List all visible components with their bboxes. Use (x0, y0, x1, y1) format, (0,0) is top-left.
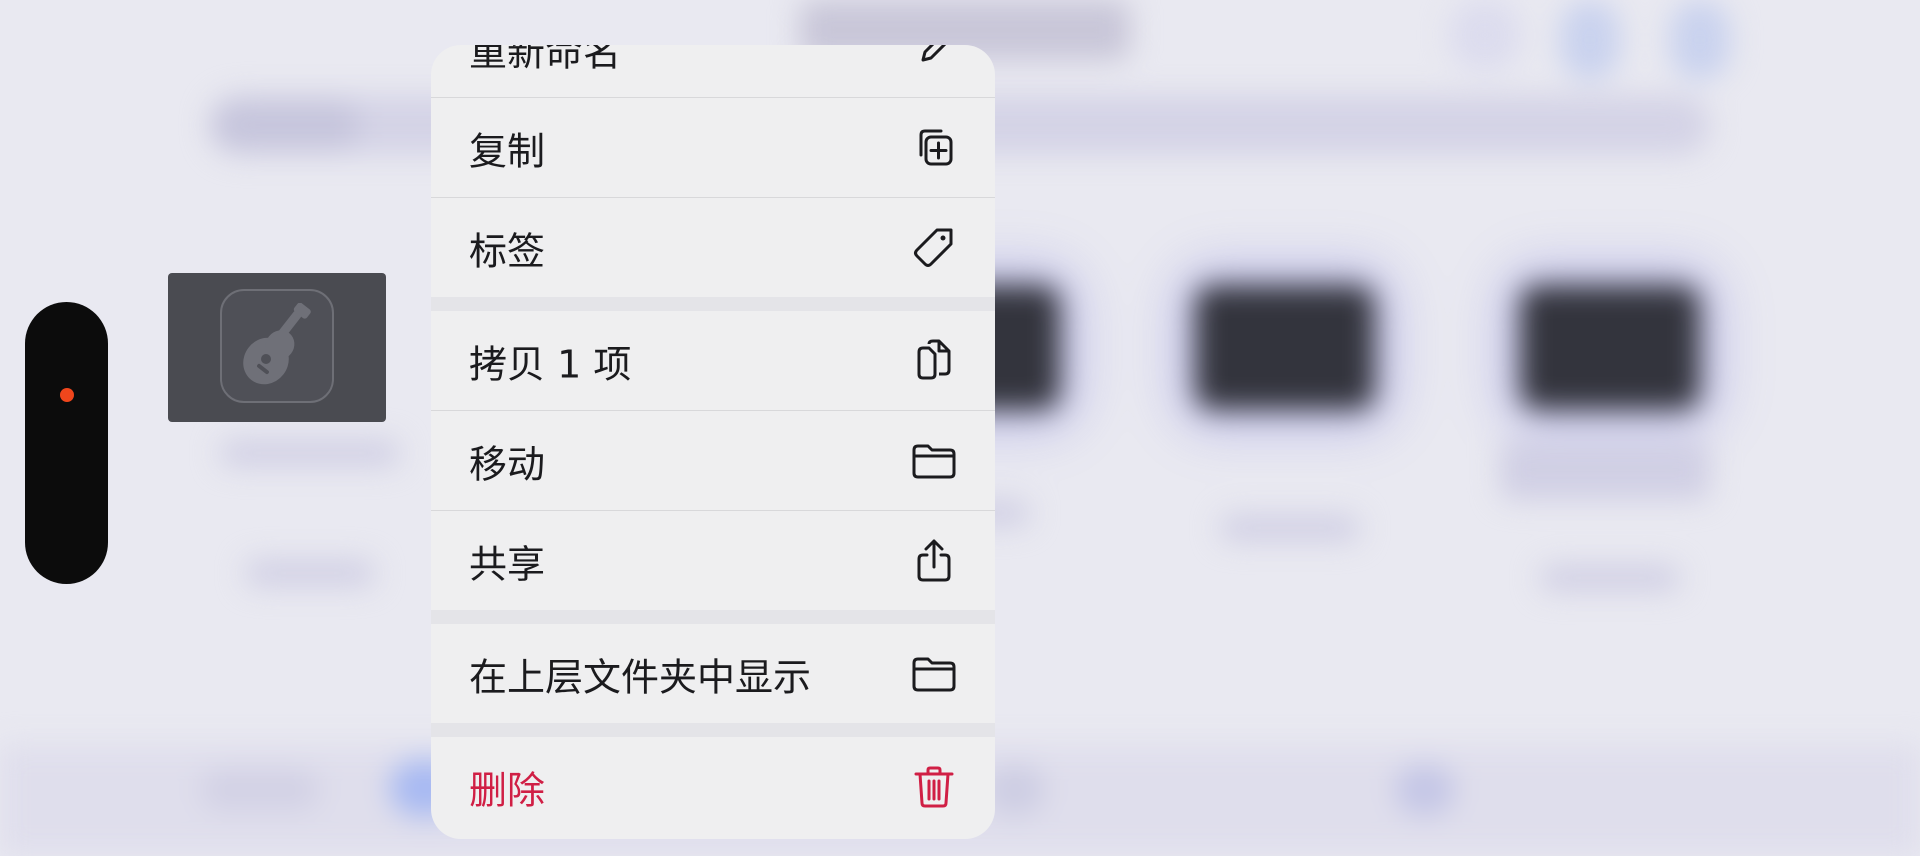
menu-item-share[interactable]: 共享 (431, 511, 995, 610)
bg-toolbar-button (1670, 0, 1730, 80)
menu-item-label: 复制 (469, 129, 546, 173)
menu-group-separator (431, 723, 995, 737)
copy-docs-icon (911, 338, 957, 384)
menu-item-tags[interactable]: 标签 (431, 198, 995, 297)
bg-toolbar-button (1450, 0, 1520, 70)
menu-item-duplicate[interactable]: 复制 (431, 98, 995, 197)
share-icon (911, 538, 957, 584)
menu-item-rename[interactable]: 重新命名 (431, 45, 995, 98)
bg-file-label (245, 560, 375, 586)
duplicate-plus-icon (911, 125, 957, 171)
bg-file-label (220, 440, 400, 466)
menu-group-separator (431, 610, 995, 624)
bg-file-label (1220, 515, 1360, 541)
menu-item-label: 共享 (469, 542, 546, 586)
bg-tab-item (1395, 765, 1455, 815)
selected-file-preview[interactable] (168, 273, 386, 422)
bg-file-label (1500, 440, 1710, 500)
tag-icon (911, 225, 957, 271)
menu-item-show-in-folder[interactable]: 在上层文件夹中显示 (431, 624, 995, 723)
folder-icon (911, 651, 957, 697)
bg-file-thumbnail (1195, 285, 1375, 410)
bg-toolbar-button (1560, 0, 1620, 80)
menu-item-label: 移动 (469, 442, 546, 486)
bg-tab-item (200, 770, 320, 810)
menu-item-delete[interactable]: 删除 (431, 737, 995, 836)
menu-item-label: 在上层文件夹中显示 (469, 655, 812, 699)
context-menu: 重新命名 复制 标签 拷贝 1 项 移动 共享 在上层文件夹中显示 删除 (431, 45, 995, 839)
recording-dot-icon (60, 388, 74, 402)
recording-indicator-pill[interactable] (25, 302, 108, 584)
menu-item-label: 重新命名 (469, 45, 622, 74)
garageband-guitar-icon (220, 289, 334, 403)
pencil-icon (911, 45, 957, 72)
menu-item-label: 删除 (469, 768, 546, 812)
bg-file-thumbnail (1520, 285, 1700, 410)
menu-item-label: 标签 (469, 229, 546, 273)
bg-file-label (1540, 565, 1680, 591)
menu-item-label: 拷贝 1 项 (469, 342, 632, 386)
bg-search-pill (210, 100, 360, 150)
menu-item-move[interactable]: 移动 (431, 411, 995, 510)
menu-group-separator (431, 297, 995, 311)
menu-item-copy[interactable]: 拷贝 1 项 (431, 311, 995, 410)
folder-icon (911, 438, 957, 484)
trash-icon (911, 764, 957, 810)
